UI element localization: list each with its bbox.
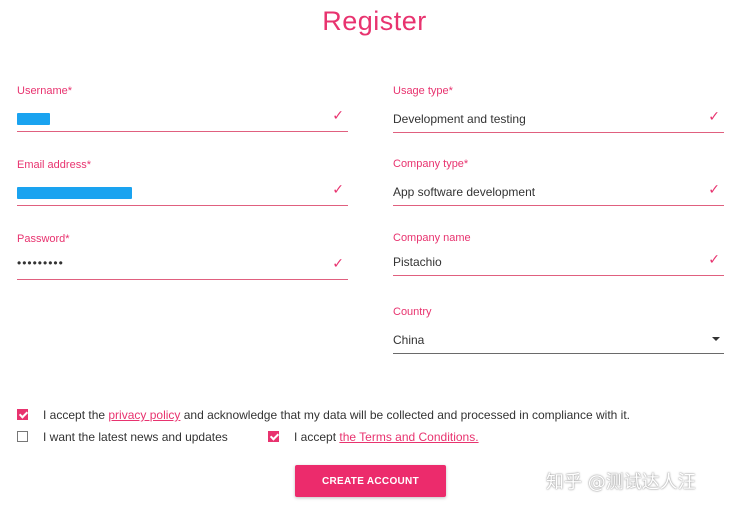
check-icon: ✓ [332,255,344,271]
company-name-field: Company name Pistachio ✓ [393,231,724,276]
company-type-label: Company type* [393,158,469,170]
username-input[interactable]: ✓ [17,107,348,132]
email-label: Email address* [17,159,91,171]
page-title: Register [322,6,427,36]
username-field: Username* ✓ [17,84,348,132]
company-type-field: Company type* App software development ✓ [393,157,724,206]
email-redacted-value [17,187,132,199]
check-icon: ✓ [708,108,720,124]
terms-checkbox[interactable] [268,431,279,442]
password-label: Password* [17,233,70,245]
privacy-checkbox[interactable] [17,409,28,420]
email-input[interactable]: ✓ [17,181,348,206]
usage-type-field: Usage type* Development and testing ✓ [393,84,724,133]
news-consent: I want the latest news and updates [17,430,247,446]
password-input[interactable]: ••••••••• ✓ [17,255,348,280]
company-name-label: Company name [393,232,471,244]
country-select[interactable]: China [393,331,724,354]
terms-link[interactable]: the Terms and Conditions. [339,430,478,444]
password-value: ••••••••• [17,256,64,270]
news-consent-text: I want the latest news and updates [43,430,228,444]
company-name-value: Pistachio [393,255,442,269]
username-redacted-value [17,113,50,125]
terms-consent-text: I accept the Terms and Conditions. [294,430,479,444]
chevron-down-icon [712,337,720,341]
terms-consent: I accept the Terms and Conditions. [268,430,488,446]
country-value: China [393,333,425,347]
privacy-consent-text: I accept the privacy policy and acknowle… [43,408,630,422]
check-icon: ✓ [708,251,720,267]
password-field: Password* ••••••••• ✓ [17,232,348,280]
check-icon: ✓ [332,181,344,197]
company-name-input[interactable]: Pistachio ✓ [393,251,724,276]
check-icon: ✓ [708,181,720,197]
create-account-button[interactable]: CREATE ACCOUNT [295,465,446,497]
usage-type-value: Development and testing [393,112,526,126]
check-icon: ✓ [332,107,344,123]
country-label: Country [393,306,432,318]
country-field: Country China [393,305,724,354]
email-field: Email address* ✓ [17,158,348,206]
news-checkbox[interactable] [17,431,28,442]
privacy-consent: I accept the privacy policy and acknowle… [17,408,637,424]
watermark: 知乎 @测试达人汪 [546,472,696,493]
company-type-select[interactable]: App software development ✓ [393,181,724,206]
privacy-policy-link[interactable]: privacy policy [108,408,180,422]
username-label: Username* [17,85,73,97]
usage-type-select[interactable]: Development and testing ✓ [393,108,724,133]
usage-type-label: Usage type* [393,85,453,97]
company-type-value: App software development [393,185,536,199]
